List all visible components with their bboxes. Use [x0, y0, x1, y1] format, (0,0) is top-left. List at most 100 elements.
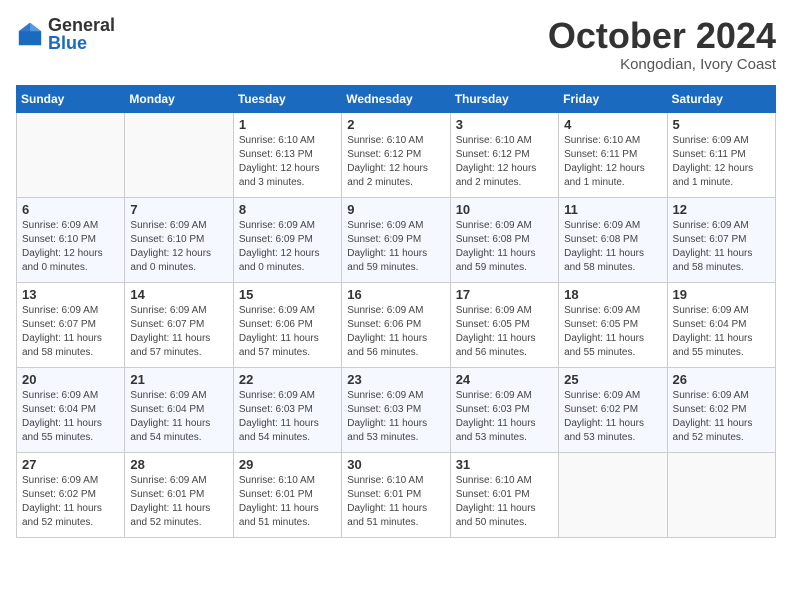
weekday-sunday: Sunday [17, 85, 125, 112]
calendar-cell [17, 112, 125, 197]
calendar-cell: 3 Sunrise: 6:10 AM Sunset: 6:12 PM Daylig… [450, 112, 558, 197]
weekday-saturday: Saturday [667, 85, 775, 112]
day-info: Sunrise: 6:09 AM Sunset: 6:05 PM Dayligh… [564, 304, 661, 360]
calendar-cell: 1 Sunrise: 6:10 AM Sunset: 6:13 PM Daylig… [233, 112, 341, 197]
day-number: 9 [347, 202, 444, 217]
calendar-cell: 18 Sunrise: 6:09 AM Sunset: 6:05 PM Dayli… [559, 282, 667, 367]
day-info: Sunrise: 6:10 AM Sunset: 6:01 PM Dayligh… [239, 474, 336, 530]
day-number: 10 [456, 202, 553, 217]
title-block: October 2024 Kongodian, Ivory Coast [548, 16, 776, 73]
day-number: 31 [456, 457, 553, 472]
calendar-cell: 11 Sunrise: 6:09 AM Sunset: 6:08 PM Dayli… [559, 197, 667, 282]
calendar-cell [559, 452, 667, 537]
calendar-cell: 26Sunrise: 6:09 AM Sunset: 6:02 PM Dayli… [667, 367, 775, 452]
weekday-thursday: Thursday [450, 85, 558, 112]
day-number: 23 [347, 372, 444, 387]
weekday-tuesday: Tuesday [233, 85, 341, 112]
day-info: Sunrise: 6:09 AM Sunset: 6:11 PM Dayligh… [673, 134, 770, 190]
weekday-header-row: SundayMondayTuesdayWednesdayThursdayFrid… [17, 85, 776, 112]
day-info: Sunrise: 6:10 AM Sunset: 6:13 PM Dayligh… [239, 134, 336, 190]
calendar-cell: 28Sunrise: 6:09 AM Sunset: 6:01 PM Dayli… [125, 452, 233, 537]
day-number: 7 [130, 202, 227, 217]
day-info: Sunrise: 6:09 AM Sunset: 6:10 PM Dayligh… [130, 219, 227, 275]
day-info: Sunrise: 6:09 AM Sunset: 6:07 PM Dayligh… [22, 304, 119, 360]
logo-general: General [48, 16, 115, 34]
day-number: 26 [673, 372, 770, 387]
day-number: 11 [564, 202, 661, 217]
week-row-4: 20Sunrise: 6:09 AM Sunset: 6:04 PM Dayli… [17, 367, 776, 452]
calendar-cell: 21 Sunrise: 6:09 AM Sunset: 6:04 PM Dayli… [125, 367, 233, 452]
calendar-cell: 10 Sunrise: 6:09 AM Sunset: 6:08 PM Dayli… [450, 197, 558, 282]
calendar-body: 1 Sunrise: 6:10 AM Sunset: 6:13 PM Daylig… [17, 112, 776, 537]
day-number: 8 [239, 202, 336, 217]
calendar-cell: 6Sunrise: 6:09 AM Sunset: 6:10 PM Daylig… [17, 197, 125, 282]
calendar-cell: 14 Sunrise: 6:09 AM Sunset: 6:07 PM Dayli… [125, 282, 233, 367]
logo-icon [16, 20, 44, 48]
day-number: 22 [239, 372, 336, 387]
day-number: 4 [564, 117, 661, 132]
day-info: Sunrise: 6:10 AM Sunset: 6:12 PM Dayligh… [456, 134, 553, 190]
calendar-cell: 16 Sunrise: 6:09 AM Sunset: 6:06 PM Dayli… [342, 282, 450, 367]
day-info: Sunrise: 6:09 AM Sunset: 6:04 PM Dayligh… [130, 389, 227, 445]
calendar-cell: 8 Sunrise: 6:09 AM Sunset: 6:09 PM Daylig… [233, 197, 341, 282]
day-info: Sunrise: 6:09 AM Sunset: 6:02 PM Dayligh… [22, 474, 119, 530]
calendar-cell [667, 452, 775, 537]
day-number: 16 [347, 287, 444, 302]
weekday-wednesday: Wednesday [342, 85, 450, 112]
month-title: October 2024 [548, 16, 776, 56]
day-info: Sunrise: 6:09 AM Sunset: 6:06 PM Dayligh… [239, 304, 336, 360]
calendar-cell: 9 Sunrise: 6:09 AM Sunset: 6:09 PM Daylig… [342, 197, 450, 282]
day-info: Sunrise: 6:09 AM Sunset: 6:03 PM Dayligh… [239, 389, 336, 445]
calendar-cell: 22 Sunrise: 6:09 AM Sunset: 6:03 PM Dayli… [233, 367, 341, 452]
day-info: Sunrise: 6:09 AM Sunset: 6:07 PM Dayligh… [130, 304, 227, 360]
location: Kongodian, Ivory Coast [548, 56, 776, 73]
calendar-cell: 19 Sunrise: 6:09 AM Sunset: 6:04 PM Dayli… [667, 282, 775, 367]
calendar-cell [125, 112, 233, 197]
day-number: 25 [564, 372, 661, 387]
day-info: Sunrise: 6:10 AM Sunset: 6:11 PM Dayligh… [564, 134, 661, 190]
day-info: Sunrise: 6:09 AM Sunset: 6:09 PM Dayligh… [347, 219, 444, 275]
day-info: Sunrise: 6:10 AM Sunset: 6:01 PM Dayligh… [347, 474, 444, 530]
calendar-cell: 12Sunrise: 6:09 AM Sunset: 6:07 PM Dayli… [667, 197, 775, 282]
calendar-cell: 30 Sunrise: 6:10 AM Sunset: 6:01 PM Dayli… [342, 452, 450, 537]
day-number: 28 [130, 457, 227, 472]
calendar-cell: 5Sunrise: 6:09 AM Sunset: 6:11 PM Daylig… [667, 112, 775, 197]
day-number: 1 [239, 117, 336, 132]
week-row-2: 6 Sunrise: 6:09 AM Sunset: 6:10 PM Daylig… [17, 197, 776, 282]
day-info: Sunrise: 6:09 AM Sunset: 6:06 PM Dayligh… [347, 304, 444, 360]
day-number: 6 [22, 202, 119, 217]
day-number: 17 [456, 287, 553, 302]
day-number: 14 [130, 287, 227, 302]
calendar-cell: 29 Sunrise: 6:10 AM Sunset: 6:01 PM Dayli… [233, 452, 341, 537]
day-number: 19 [673, 287, 770, 302]
calendar-cell: 31 Sunrise: 6:10 AM Sunset: 6:01 PM Dayli… [450, 452, 558, 537]
day-info: Sunrise: 6:09 AM Sunset: 6:08 PM Dayligh… [564, 219, 661, 275]
logo-text: General Blue [48, 16, 115, 52]
day-number: 29 [239, 457, 336, 472]
week-row-1: 1 Sunrise: 6:10 AM Sunset: 6:13 PM Daylig… [17, 112, 776, 197]
day-info: Sunrise: 6:09 AM Sunset: 6:04 PM Dayligh… [673, 304, 770, 360]
calendar-cell: 20Sunrise: 6:09 AM Sunset: 6:04 PM Dayli… [17, 367, 125, 452]
day-info: Sunrise: 6:09 AM Sunset: 6:08 PM Dayligh… [456, 219, 553, 275]
logo: General Blue [16, 16, 115, 52]
day-info: Sunrise: 6:09 AM Sunset: 6:02 PM Dayligh… [564, 389, 661, 445]
day-number: 24 [456, 372, 553, 387]
calendar-cell: 7 Sunrise: 6:09 AM Sunset: 6:10 PM Daylig… [125, 197, 233, 282]
day-number: 30 [347, 457, 444, 472]
weekday-friday: Friday [559, 85, 667, 112]
day-info: Sunrise: 6:09 AM Sunset: 6:09 PM Dayligh… [239, 219, 336, 275]
day-info: Sunrise: 6:09 AM Sunset: 6:04 PM Dayligh… [22, 389, 119, 445]
calendar-header: SundayMondayTuesdayWednesdayThursdayFrid… [17, 85, 776, 112]
week-row-3: 13Sunrise: 6:09 AM Sunset: 6:07 PM Dayli… [17, 282, 776, 367]
calendar-table: SundayMondayTuesdayWednesdayThursdayFrid… [16, 85, 776, 538]
day-number: 18 [564, 287, 661, 302]
calendar-cell: 13Sunrise: 6:09 AM Sunset: 6:07 PM Dayli… [17, 282, 125, 367]
day-info: Sunrise: 6:09 AM Sunset: 6:05 PM Dayligh… [456, 304, 553, 360]
calendar-cell: 17 Sunrise: 6:09 AM Sunset: 6:05 PM Dayli… [450, 282, 558, 367]
calendar-cell: 27Sunrise: 6:09 AM Sunset: 6:02 PM Dayli… [17, 452, 125, 537]
logo-blue: Blue [48, 34, 115, 52]
day-number: 3 [456, 117, 553, 132]
day-number: 21 [130, 372, 227, 387]
weekday-monday: Monday [125, 85, 233, 112]
day-info: Sunrise: 6:10 AM Sunset: 6:01 PM Dayligh… [456, 474, 553, 530]
